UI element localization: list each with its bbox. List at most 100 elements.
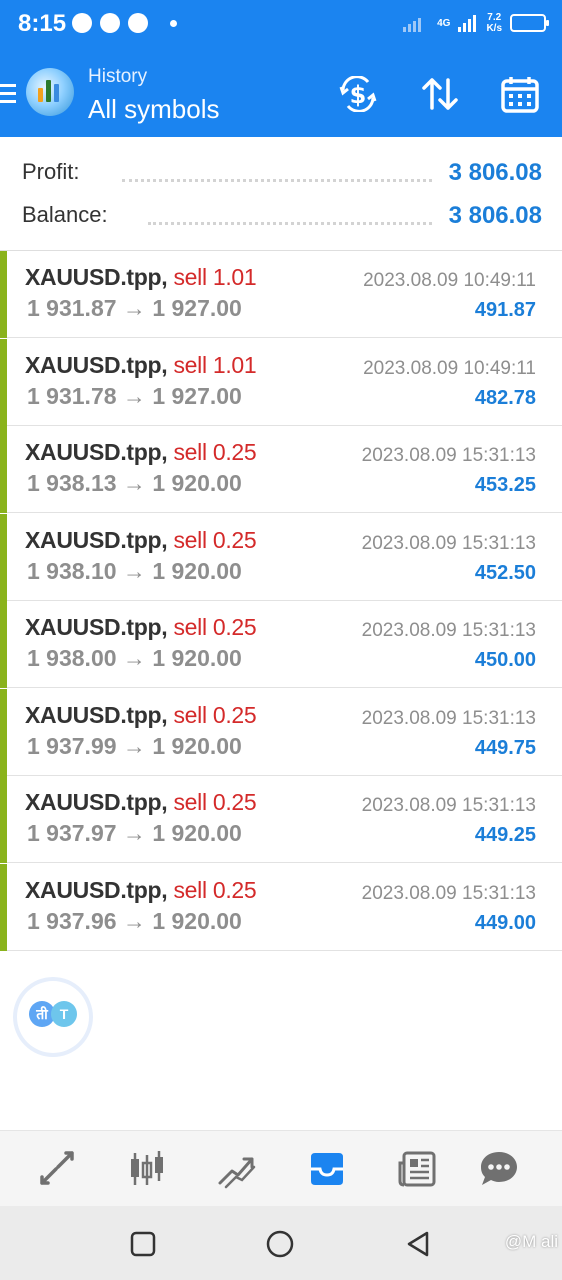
- trade-row[interactable]: XAUUSD.tpp, sell 0.25 1 937.97 → 1 920.00…: [0, 776, 562, 863]
- trade-type-indicator: [0, 601, 7, 688]
- currency-exchange-icon[interactable]: $: [336, 74, 380, 114]
- close-price: 1 920.00: [152, 732, 242, 759]
- telegram-icon: [72, 13, 92, 33]
- trade-symbol: XAUUSD.tpp,: [25, 789, 168, 815]
- trade-profit: 449.00: [474, 911, 536, 934]
- trade-type-indicator: [0, 426, 7, 513]
- trade-profit: 491.87: [474, 299, 536, 321]
- status-time: 8:15: [18, 10, 67, 37]
- trade-profit: 452.50: [474, 561, 536, 584]
- trade-prices: 1 937.97 → 1 920.00: [27, 820, 242, 847]
- account-summary: Profit: 3 806.08 Balance: 3 806.08: [0, 137, 562, 251]
- sort-icon[interactable]: [418, 74, 462, 114]
- chat-icon[interactable]: [474, 1145, 524, 1193]
- close-price: 1 920.00: [152, 907, 242, 934]
- signal-icon: [403, 18, 422, 32]
- calendar-icon[interactable]: [498, 74, 542, 114]
- close-price: 1 920.00: [152, 820, 242, 846]
- trade-symbol: XAUUSD.tpp,: [25, 701, 168, 728]
- trade-time: 2023.08.09 15:31:13: [361, 445, 536, 466]
- arrow-icon: →: [122, 470, 146, 496]
- balance-value: 3 806.08: [448, 202, 542, 229]
- trade-type-indicator: [0, 863, 7, 951]
- translate-glyph-right: T: [51, 1001, 77, 1027]
- chart-icon[interactable]: [122, 1145, 172, 1193]
- status-right: 4G 7.2 K/s: [403, 12, 549, 34]
- trade-row[interactable]: XAUUSD.tpp, sell 1.01 1 931.78 → 1 927.00…: [0, 338, 562, 426]
- trade-row[interactable]: XAUUSD.tpp, sell 0.25 1 937.96 → 1 920.00…: [0, 863, 562, 951]
- open-price: 1 937.96: [27, 907, 117, 934]
- trade-prices: 1 937.96 → 1 920.00: [27, 908, 242, 935]
- trade-symbol: XAUUSD.tpp,: [25, 876, 168, 903]
- trade-direction: sell 0.25: [173, 614, 257, 640]
- arrow-icon: →: [122, 382, 146, 409]
- trade-symbol: XAUUSD.tpp,: [25, 264, 168, 290]
- arrow-icon: →: [122, 645, 146, 671]
- signal-icon-2: [458, 15, 477, 32]
- trade-row[interactable]: XAUUSD.tpp, sell 0.25 1 938.00 → 1 920.00…: [0, 601, 562, 688]
- trade-symbol-line: XAUUSD.tpp, sell 0.25: [25, 701, 257, 729]
- trade-time: 2023.08.09 10:49:11: [363, 357, 536, 379]
- trade-row[interactable]: XAUUSD.tpp, sell 0.25 1 938.10 → 1 920.00…: [0, 513, 562, 601]
- balance-label: Balance:: [22, 202, 108, 227]
- media-icon: [128, 13, 148, 33]
- open-price: 1 937.99: [27, 732, 117, 759]
- network-type: 4G: [437, 17, 451, 29]
- svg-text:$: $: [350, 81, 367, 109]
- home-icon[interactable]: [260, 1224, 300, 1264]
- trade-symbol-line: XAUUSD.tpp, sell 0.25: [25, 876, 257, 904]
- symbol-filter-title[interactable]: All symbols: [88, 94, 219, 125]
- open-price: 1 931.87: [27, 295, 117, 321]
- history-icon[interactable]: [302, 1145, 352, 1193]
- trade-direction: sell 0.25: [173, 876, 257, 903]
- arrow-icon: →: [122, 820, 146, 846]
- news-icon[interactable]: [392, 1145, 442, 1193]
- trade-direction: sell 0.25: [173, 526, 257, 553]
- trade-type-indicator: [0, 251, 7, 338]
- app-bar: History All symbols $: [0, 52, 562, 137]
- network-speed: 7.2 K/s: [486, 12, 502, 34]
- back-icon[interactable]: [398, 1224, 438, 1264]
- arrow-icon: →: [122, 557, 146, 584]
- trade-icon[interactable]: [212, 1145, 262, 1193]
- trade-prices: 1 938.00 → 1 920.00: [27, 645, 242, 672]
- trade-row[interactable]: XAUUSD.tpp, sell 1.01 1 931.87 → 1 927.00…: [0, 251, 562, 338]
- trade-profit: 449.75: [474, 736, 536, 759]
- trade-direction: sell 1.01: [173, 351, 257, 378]
- metatrader-logo: [26, 68, 74, 116]
- menu-icon[interactable]: [0, 84, 16, 106]
- recents-icon[interactable]: [123, 1224, 163, 1264]
- trade-row[interactable]: XAUUSD.tpp, sell 0.25 1 938.13 → 1 920.00…: [0, 426, 562, 513]
- trade-symbol: XAUUSD.tpp,: [25, 439, 168, 465]
- quotes-icon[interactable]: [32, 1145, 82, 1193]
- profit-label: Profit:: [22, 159, 80, 184]
- status-bar: 8:15 4G 7.2 K/s: [0, 0, 562, 52]
- trade-time: 2023.08.09 10:49:11: [363, 270, 536, 291]
- trade-prices: 1 938.10 → 1 920.00: [27, 558, 242, 585]
- trade-profit: 450.00: [474, 649, 536, 671]
- trade-row[interactable]: XAUUSD.tpp, sell 0.25 1 937.99 → 1 920.00…: [0, 688, 562, 776]
- trade-symbol-line: XAUUSD.tpp, sell 1.01: [25, 264, 257, 291]
- trade-symbol-line: XAUUSD.tpp, sell 0.25: [25, 526, 257, 554]
- open-price: 1 938.10: [27, 557, 117, 584]
- close-price: 1 920.00: [152, 645, 242, 671]
- status-notification-icons: [72, 13, 177, 33]
- trade-symbol-line: XAUUSD.tpp, sell 0.25: [25, 614, 257, 641]
- trade-time: 2023.08.09 15:31:13: [361, 532, 536, 554]
- bottom-navigation: [0, 1130, 562, 1206]
- profit-row: Profit: 3 806.08: [22, 159, 542, 193]
- trade-direction: sell 1.01: [173, 264, 257, 290]
- trade-prices: 1 931.78 → 1 927.00: [27, 383, 242, 410]
- trade-symbol-line: XAUUSD.tpp, sell 1.01: [25, 351, 257, 379]
- watermark: @M ali: [504, 1232, 558, 1251]
- close-price: 1 927.00: [152, 382, 242, 409]
- balance-row: Balance: 3 806.08: [22, 202, 542, 236]
- open-price: 1 938.13: [27, 470, 117, 496]
- trade-type-indicator: [0, 688, 7, 776]
- arrow-icon: →: [122, 295, 146, 321]
- trade-type-indicator: [0, 338, 7, 426]
- trade-symbol-line: XAUUSD.tpp, sell 0.25: [25, 439, 257, 466]
- trade-direction: sell 0.25: [173, 439, 257, 465]
- floating-translate-button[interactable]: ती T: [13, 977, 93, 1057]
- arrow-icon: →: [122, 907, 146, 934]
